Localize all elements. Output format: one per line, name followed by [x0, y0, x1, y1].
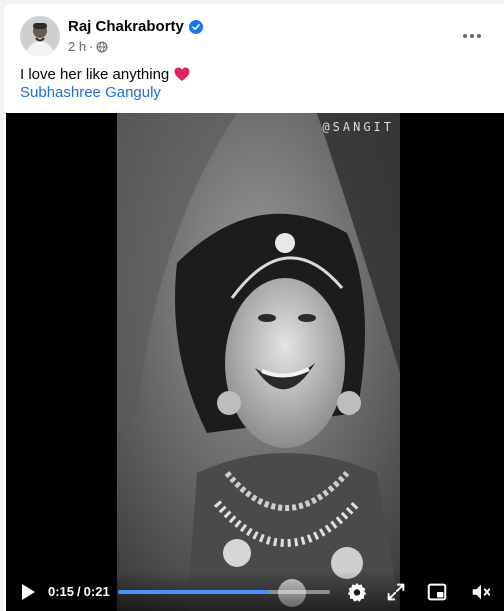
video-controls-bar: 0:15 / 0:21	[6, 571, 504, 611]
video-player[interactable]: @SANGIT 0:15 / 0:21	[6, 113, 504, 611]
post-timestamp[interactable]: 2 h	[68, 39, 86, 54]
red-heart-icon	[174, 67, 190, 81]
post-card: Raj Chakraborty 2 h · I love her like an…	[4, 4, 504, 611]
verified-badge-icon	[188, 19, 203, 34]
gear-icon[interactable]	[346, 581, 368, 603]
video-watermark: @SANGIT	[322, 120, 394, 134]
current-time: 0:15	[48, 584, 75, 599]
meta-separator: ·	[89, 39, 94, 54]
volume-muted-icon[interactable]	[470, 581, 492, 603]
video-progress-fill	[118, 590, 269, 594]
video-still-image	[117, 113, 400, 611]
more-options-icon[interactable]	[458, 24, 486, 48]
post-header: Raj Chakraborty 2 h ·	[20, 16, 490, 60]
author-name[interactable]: Raj Chakraborty	[68, 18, 184, 35]
picture-in-picture-icon[interactable]	[426, 581, 448, 603]
tagged-person-link[interactable]: Subhashree Ganguly	[20, 84, 161, 101]
post-text: I love her like anything	[20, 66, 170, 83]
post-text-row: I love her like anything	[20, 66, 190, 83]
play-icon[interactable]	[20, 583, 36, 601]
video-time: 0:15 / 0:21	[48, 584, 110, 599]
author-row: Raj Chakraborty	[68, 18, 203, 35]
time-separator: /	[77, 584, 81, 599]
video-frame[interactable]: @SANGIT	[117, 113, 400, 611]
duration: 0:21	[83, 584, 110, 599]
video-progress-bar[interactable]	[118, 590, 330, 594]
avatar[interactable]	[20, 16, 60, 56]
post-meta: 2 h ·	[68, 39, 108, 54]
globe-icon	[96, 41, 108, 52]
expand-icon[interactable]	[385, 581, 407, 603]
